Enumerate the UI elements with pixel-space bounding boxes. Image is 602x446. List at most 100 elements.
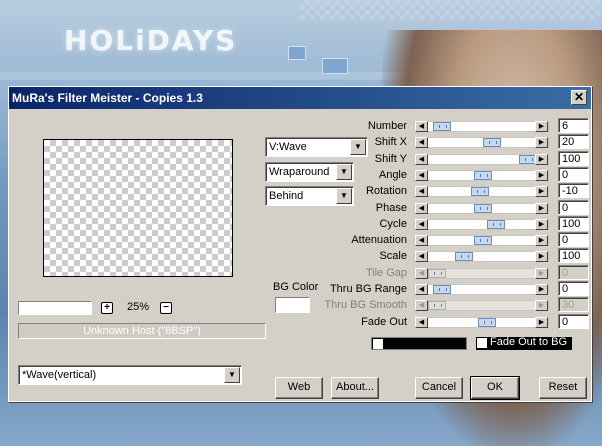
zoom-slider-track[interactable]	[18, 301, 92, 315]
param-slider[interactable]: ◀ ▶	[414, 284, 549, 295]
param-slider[interactable]: ◀ ▶	[414, 316, 549, 328]
chevron-left-icon[interactable]: ◀	[415, 316, 428, 328]
slider-label: Rotation	[366, 185, 407, 198]
slider-thumb[interactable]	[433, 122, 451, 131]
chevron-right-icon[interactable]: ▶	[535, 251, 548, 263]
slider-value-input[interactable]: 0	[558, 199, 589, 215]
chevron-down-icon[interactable]: ▼	[350, 139, 366, 155]
chevron-left-icon[interactable]: ◀	[415, 251, 428, 263]
ok-button[interactable]: OK	[470, 376, 520, 400]
reset-button[interactable]: Reset	[539, 377, 587, 399]
slider-thumb	[428, 268, 446, 278]
param-slider: ◀ ▶	[414, 267, 549, 279]
param-slider[interactable]: ◀ ▶	[414, 153, 549, 165]
chevron-left-icon[interactable]: ◀	[415, 169, 428, 181]
background-decoration	[288, 46, 306, 60]
chevron-right-icon[interactable]: ▶	[535, 153, 548, 165]
chevron-right-icon[interactable]: ▶	[535, 186, 548, 198]
param-slider[interactable]: ◀ ▶	[414, 202, 549, 214]
slider-thumb[interactable]	[455, 252, 473, 262]
chevron-left-icon[interactable]: ◀	[415, 121, 428, 132]
slider-value-input[interactable]: 0	[558, 313, 589, 329]
chevron-down-icon[interactable]: ▼	[336, 188, 352, 204]
filter-dialog: MuRa's Filter Meister - Copies 1.3 ✕ + 2…	[8, 86, 592, 402]
chevron-right-icon[interactable]: ▶	[535, 202, 548, 214]
slider-label: Thru BG Range	[329, 283, 407, 295]
preset-select[interactable]: *Wave(vertical) ▼	[18, 365, 242, 385]
zoom-out-button[interactable]: −	[160, 302, 172, 314]
chevron-left-icon[interactable]: ◀	[415, 153, 428, 165]
chevron-down-icon[interactable]: ▼	[224, 367, 240, 383]
chevron-left-icon: ◀	[415, 267, 428, 279]
fade-out-checkbox[interactable]	[477, 338, 487, 348]
slider-value-input[interactable]: 100	[558, 248, 589, 264]
slider-value-input[interactable]: -10	[558, 183, 589, 199]
background-decoration	[322, 58, 348, 74]
background-pattern	[300, 0, 600, 20]
chevron-right-icon[interactable]: ▶	[535, 169, 548, 181]
bg-color-label: BG Color	[273, 281, 319, 293]
slider-thumb[interactable]	[487, 219, 505, 229]
slider-thumb[interactable]	[474, 236, 492, 246]
param-slider[interactable]: ◀ ▶	[414, 137, 549, 149]
chevron-left-icon[interactable]: ◀	[415, 284, 428, 295]
slider-value-input: 30	[558, 297, 589, 313]
param-slider[interactable]: ◀ ▶	[414, 186, 549, 198]
chevron-left-icon[interactable]: ◀	[415, 218, 428, 230]
wave-select[interactable]: V:Wave ▼	[265, 137, 368, 157]
param-slider[interactable]: ◀ ▶	[414, 218, 549, 230]
slider-thumb[interactable]	[474, 170, 492, 180]
fade-color-checkbox[interactable]	[373, 339, 383, 349]
slider-value-input[interactable]: 0	[558, 166, 589, 182]
chevron-left-icon[interactable]: ◀	[415, 235, 428, 247]
chevron-right-icon[interactable]: ▶	[535, 121, 548, 132]
param-slider[interactable]: ◀ ▶	[414, 251, 549, 263]
cancel-button[interactable]: Cancel	[415, 377, 463, 399]
slider-thumb	[428, 301, 446, 311]
zoom-in-button[interactable]: +	[101, 302, 113, 314]
web-button[interactable]: Web	[275, 377, 323, 399]
slider-label: Tile Gap	[365, 266, 407, 279]
chevron-down-icon[interactable]: ▼	[336, 164, 352, 180]
fade-color-bar[interactable]	[371, 337, 467, 350]
param-slider[interactable]: ◀ ▶	[414, 169, 549, 181]
preset-select-value: *Wave(vertical)	[22, 369, 97, 381]
fade-out-to-bg-toggle[interactable]: Fade Out to BG	[476, 337, 572, 350]
slider-thumb[interactable]	[478, 317, 496, 327]
slider-thumb[interactable]	[433, 285, 451, 294]
wrap-select[interactable]: Wraparound ▼	[265, 162, 354, 182]
param-slider[interactable]: ◀ ▶	[414, 121, 549, 132]
bg-color-swatch[interactable]	[275, 297, 310, 313]
slider-value-input: 0	[558, 264, 589, 280]
param-slider[interactable]: ◀ ▶	[414, 235, 549, 247]
slider-label: Shift Y	[374, 152, 407, 165]
slider-value-input[interactable]: 0	[558, 232, 589, 248]
close-button[interactable]: ✕	[571, 90, 587, 105]
slider-label: Scale	[379, 250, 407, 263]
fade-out-label: Fade Out to BG	[490, 336, 568, 348]
slider-value-input[interactable]: 6	[558, 118, 589, 133]
about-button[interactable]: About...	[331, 377, 379, 399]
slider-thumb[interactable]	[483, 138, 501, 148]
slider-thumb[interactable]	[474, 203, 492, 213]
blend-select-value: Behind	[269, 190, 304, 202]
chevron-right-icon[interactable]: ▶	[535, 137, 548, 149]
chevron-right-icon[interactable]: ▶	[535, 218, 548, 230]
chevron-right-icon[interactable]: ▶	[535, 316, 548, 328]
slider-label: Angle	[378, 168, 407, 181]
chevron-right-icon: ▶	[535, 267, 548, 279]
chevron-right-icon[interactable]: ▶	[535, 284, 548, 295]
slider-thumb[interactable]	[471, 187, 489, 197]
chevron-right-icon[interactable]: ▶	[535, 235, 548, 247]
chevron-left-icon[interactable]: ◀	[415, 137, 428, 149]
slider-value-input[interactable]: 100	[558, 215, 589, 231]
blend-select[interactable]: Behind ▼	[265, 186, 354, 206]
slider-value-input[interactable]: 20	[558, 134, 589, 150]
preview-canvas[interactable]	[43, 139, 233, 277]
slider-label: Thru BG Smooth	[324, 299, 407, 312]
dialog-title: MuRa's Filter Meister - Copies 1.3	[9, 87, 591, 109]
chevron-left-icon[interactable]: ◀	[415, 186, 428, 198]
slider-value-input[interactable]: 0	[558, 281, 589, 296]
slider-value-input[interactable]: 100	[558, 150, 589, 166]
chevron-left-icon[interactable]: ◀	[415, 202, 428, 214]
